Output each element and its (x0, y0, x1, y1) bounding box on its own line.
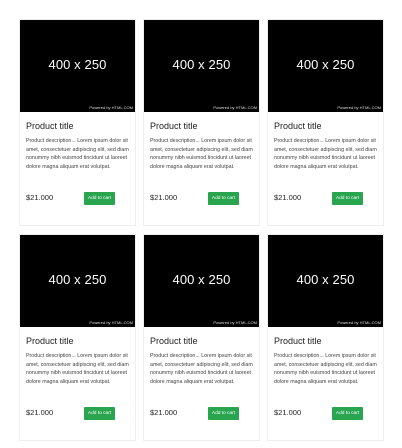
product-title[interactable]: Product title (26, 121, 74, 132)
product-description: Product description... Lorem ipsum dolor… (26, 138, 129, 170)
product-image-placeholder[interactable]: 400 x 250 Powered by HTML.COM (20, 235, 135, 327)
product-price: $21.000 (26, 193, 54, 202)
add-to-cart-button[interactable]: Add to cart (208, 192, 239, 205)
add-to-cart-button[interactable]: Add to cart (332, 407, 363, 420)
image-size-label: 400 x 250 (172, 57, 231, 72)
image-size-label: 400 x 250 (48, 272, 107, 287)
image-credit: Powered by HTML.COM (213, 320, 257, 325)
product-price: $21.000 (150, 193, 178, 202)
product-card: 400 x 250 Powered by HTML.COM Product ti… (19, 234, 136, 441)
product-price: $21.000 (274, 193, 302, 202)
product-image-placeholder[interactable]: 400 x 250 Powered by HTML.COM (268, 235, 383, 327)
product-description: Product description... Lorem ipsum dolor… (150, 138, 253, 170)
product-title[interactable]: Product title (150, 336, 198, 347)
image-credit: Powered by HTML.COM (337, 105, 381, 110)
product-card: 400 x 250 Powered by HTML.COM Product ti… (143, 234, 260, 441)
product-price: $21.000 (274, 408, 302, 417)
product-card: 400 x 250 Powered by HTML.COM Product ti… (143, 19, 260, 226)
add-to-cart-button[interactable]: Add to cart (332, 192, 363, 205)
image-size-label: 400 x 250 (172, 272, 231, 287)
image-credit: Powered by HTML.COM (89, 105, 133, 110)
image-size-label: 400 x 250 (296, 272, 355, 287)
add-to-cart-button[interactable]: Add to cart (208, 407, 239, 420)
product-title[interactable]: Product title (274, 121, 322, 132)
add-to-cart-button[interactable]: Add to cart (84, 407, 115, 420)
product-card: 400 x 250 Powered by HTML.COM Product ti… (19, 19, 136, 226)
product-card: 400 x 250 Powered by HTML.COM Product ti… (267, 19, 384, 226)
image-credit: Powered by HTML.COM (213, 105, 257, 110)
product-image-placeholder[interactable]: 400 x 250 Powered by HTML.COM (20, 20, 135, 112)
add-to-cart-button[interactable]: Add to cart (84, 192, 115, 205)
product-title[interactable]: Product title (150, 121, 198, 132)
product-title[interactable]: Product title (274, 336, 322, 347)
image-credit: Powered by HTML.COM (337, 320, 381, 325)
product-description: Product description... Lorem ipsum dolor… (274, 353, 377, 385)
product-grid: 400 x 250 Powered by HTML.COM Product ti… (0, 0, 402, 448)
product-description: Product description... Lorem ipsum dolor… (26, 353, 129, 385)
image-credit: Powered by HTML.COM (89, 320, 133, 325)
product-image-placeholder[interactable]: 400 x 250 Powered by HTML.COM (268, 20, 383, 112)
product-image-placeholder[interactable]: 400 x 250 Powered by HTML.COM (144, 20, 259, 112)
product-card: 400 x 250 Powered by HTML.COM Product ti… (267, 234, 384, 441)
product-image-placeholder[interactable]: 400 x 250 Powered by HTML.COM (144, 235, 259, 327)
product-price: $21.000 (150, 408, 178, 417)
product-title[interactable]: Product title (26, 336, 74, 347)
product-price: $21.000 (26, 408, 54, 417)
image-size-label: 400 x 250 (48, 57, 107, 72)
product-description: Product description... Lorem ipsum dolor… (274, 138, 377, 170)
product-description: Product description... Lorem ipsum dolor… (150, 353, 253, 385)
image-size-label: 400 x 250 (296, 57, 355, 72)
